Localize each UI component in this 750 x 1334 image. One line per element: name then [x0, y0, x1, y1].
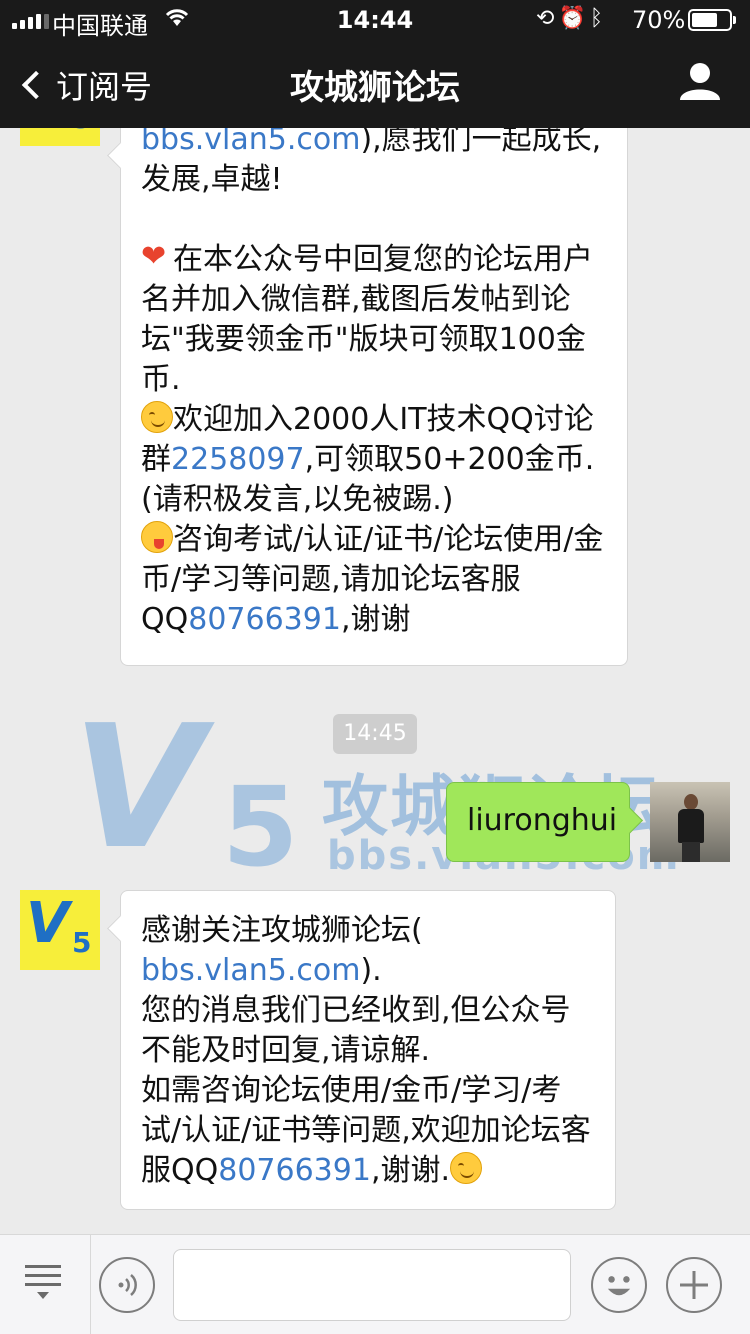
voice-button[interactable] [99, 1257, 155, 1313]
status-bar: 中国联通 14:44 ⟲⏰ᛒ 70% [0, 0, 750, 40]
more-button[interactable] [666, 1257, 722, 1313]
rotation-lock-icon: ⟲ [536, 6, 559, 31]
avatar-user[interactable] [650, 782, 730, 862]
avatar-official-account[interactable]: V 5 [20, 128, 100, 146]
emoji-button[interactable] [591, 1257, 647, 1313]
forum-link[interactable]: bbs.vlan5.com [141, 953, 360, 988]
smile-emoji-icon [450, 1152, 483, 1184]
bluetooth-icon: ᛒ [589, 6, 608, 31]
profile-button[interactable] [678, 60, 722, 104]
forum-link[interactable]: bbs.vlan5.com [141, 128, 360, 157]
emoji-icon [607, 1276, 631, 1296]
page-title: 攻城狮论坛 [290, 68, 460, 108]
battery-percent: 70% [632, 6, 686, 34]
message-bubble-auto-reply[interactable]: 感谢关注攻城狮论坛( bbs.vlan5.com). 您的消息我们已经收到,但公… [120, 890, 616, 1210]
qq-service-link[interactable]: 80766391 [188, 602, 341, 637]
alarm-icon: ⏰ [558, 6, 590, 31]
smile-emoji-icon [141, 401, 173, 433]
battery-icon [688, 9, 736, 31]
toolbar-divider [90, 1235, 91, 1334]
avatar-official-account[interactable]: V 5 [20, 890, 100, 970]
message-timestamp: 14:45 [333, 714, 417, 754]
voice-icon [118, 1274, 137, 1296]
message-bubble-user[interactable]: liuronghui [446, 782, 630, 862]
qq-service-link[interactable]: 80766391 [218, 1153, 371, 1188]
plus-icon [680, 1271, 708, 1299]
qq-group-link[interactable]: 2258097 [171, 442, 305, 477]
message-bubble-welcome[interactable]: bbs.vlan5.com),愿我们一起成长, 发展,卓越! 在本公众号中回复您… [120, 128, 628, 666]
nav-bar: 订阅号 攻城狮论坛 [0, 40, 750, 128]
message-input[interactable] [173, 1249, 571, 1321]
chat-area[interactable]: V 5 bbs.vlan5.com),愿我们一起成长, 发展,卓越! 在本公众号… [0, 128, 750, 1234]
status-icons: ⟲⏰ᛒ [536, 6, 607, 31]
person-icon [680, 63, 720, 100]
input-toolbar [0, 1234, 750, 1334]
heart-icon [141, 237, 173, 277]
wink-tongue-emoji-icon [141, 521, 173, 553]
menu-icon[interactable] [20, 1259, 66, 1313]
